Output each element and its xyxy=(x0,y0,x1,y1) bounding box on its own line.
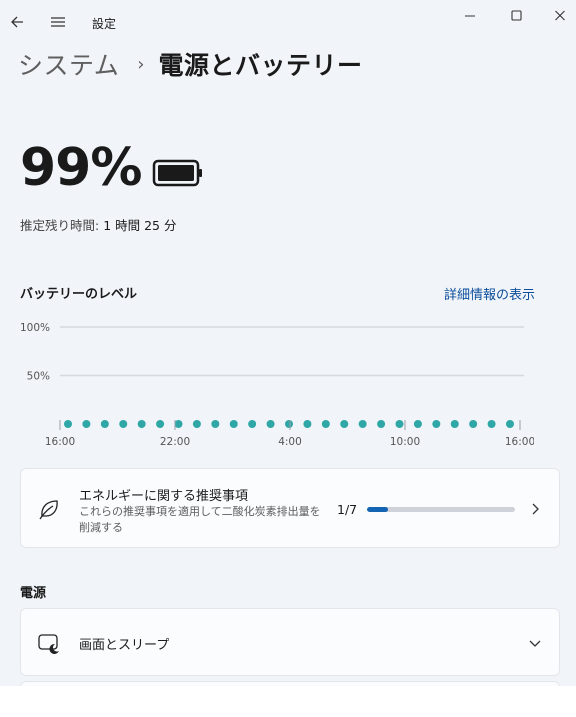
y-tick-label: 100% xyxy=(20,322,50,334)
battery-level-point xyxy=(469,420,478,428)
battery-level-point xyxy=(487,420,496,428)
title-bar: 設定 xyxy=(0,0,576,46)
window-title: 設定 xyxy=(92,17,117,31)
battery-level-point xyxy=(248,420,257,428)
battery-level-point xyxy=(432,420,441,428)
battery-level-point xyxy=(211,420,220,428)
battery-level-point xyxy=(506,420,514,428)
remaining-value: 1 時間 25 分 xyxy=(103,218,177,233)
battery-level-point xyxy=(413,420,422,428)
battery-level-point xyxy=(285,420,293,428)
breadcrumb-separator-icon: › xyxy=(137,53,145,75)
battery-level-point xyxy=(266,420,275,428)
battery-level-point xyxy=(64,420,72,428)
settings-window: 設定 システム › 電源とバッテリー 99% 推定残り時間: 1 時間 25 分… xyxy=(0,0,576,686)
battery-level-point xyxy=(100,420,109,428)
maximize-icon[interactable] xyxy=(504,6,528,26)
battery-level-point xyxy=(321,420,330,428)
recommendations-count: 1/7 xyxy=(337,502,358,517)
chevron-right-icon xyxy=(527,501,543,517)
battery-level-point xyxy=(192,420,201,428)
recommendations-progress-bar xyxy=(367,507,515,512)
battery-level-point xyxy=(395,420,404,428)
page-title: 電源とバッテリー xyxy=(158,51,363,80)
remaining-label: 推定残り時間: xyxy=(20,218,100,233)
battery-level-point xyxy=(137,420,146,428)
minimize-icon[interactable] xyxy=(458,6,482,26)
x-tick-label: 10:00 xyxy=(390,436,420,448)
close-icon[interactable] xyxy=(548,6,572,26)
hamburger-menu-icon[interactable] xyxy=(49,12,67,32)
battery-level-point xyxy=(358,420,367,428)
battery-level-point xyxy=(82,420,91,428)
x-tick-label: 16:00 xyxy=(505,436,534,448)
view-details-link[interactable]: 詳細情報の表示 xyxy=(444,284,535,303)
back-arrow-icon[interactable] xyxy=(9,12,27,32)
battery-level-chart: 100% 50% 16:00 22:00 4:00 10:00 16:00 xyxy=(20,322,534,448)
screen-sleep-label: 画面とスリープ xyxy=(79,638,170,653)
recommendations-title: エネルギーに関する推奨事項 xyxy=(79,489,249,504)
battery-level-point xyxy=(229,420,238,428)
battery-level-point xyxy=(450,420,459,428)
battery-full-icon xyxy=(152,158,204,188)
screen-sleep-icon xyxy=(37,632,63,654)
y-tick-label: 50% xyxy=(27,371,50,383)
battery-level-point xyxy=(156,420,165,428)
chevron-down-icon xyxy=(527,635,543,651)
battery-level-heading: バッテリーのレベル xyxy=(20,287,138,302)
battery-level-point xyxy=(340,420,349,428)
recommendations-progress-fill xyxy=(367,507,388,512)
battery-percentage: 99% xyxy=(20,138,142,198)
x-tick-label: 22:00 xyxy=(160,436,190,448)
battery-level-point xyxy=(377,420,386,428)
leaf-icon xyxy=(37,497,63,521)
battery-level-point xyxy=(174,420,183,428)
estimated-time-remaining: 推定残り時間: 1 時間 25 分 xyxy=(20,215,176,234)
power-section-heading: 電源 xyxy=(20,586,47,601)
recommendations-description: これらの推奨事項を適用して二酸化炭素排出量を削減する xyxy=(79,505,321,534)
screen-and-sleep-card[interactable]: 画面とスリープ xyxy=(20,608,560,676)
breadcrumb: システム › 電源とバッテリー xyxy=(18,44,362,84)
energy-recommendations-card[interactable]: エネルギーに関する推奨事項 これらの推奨事項を適用して二酸化炭素排出量を削減する… xyxy=(20,468,560,548)
next-power-card[interactable] xyxy=(20,681,560,686)
battery-level-point xyxy=(303,420,312,428)
x-tick-label: 16:00 xyxy=(45,436,75,448)
battery-level-point xyxy=(119,420,128,428)
breadcrumb-system-link[interactable]: システム xyxy=(18,46,119,82)
x-tick-label: 4:00 xyxy=(278,436,302,448)
